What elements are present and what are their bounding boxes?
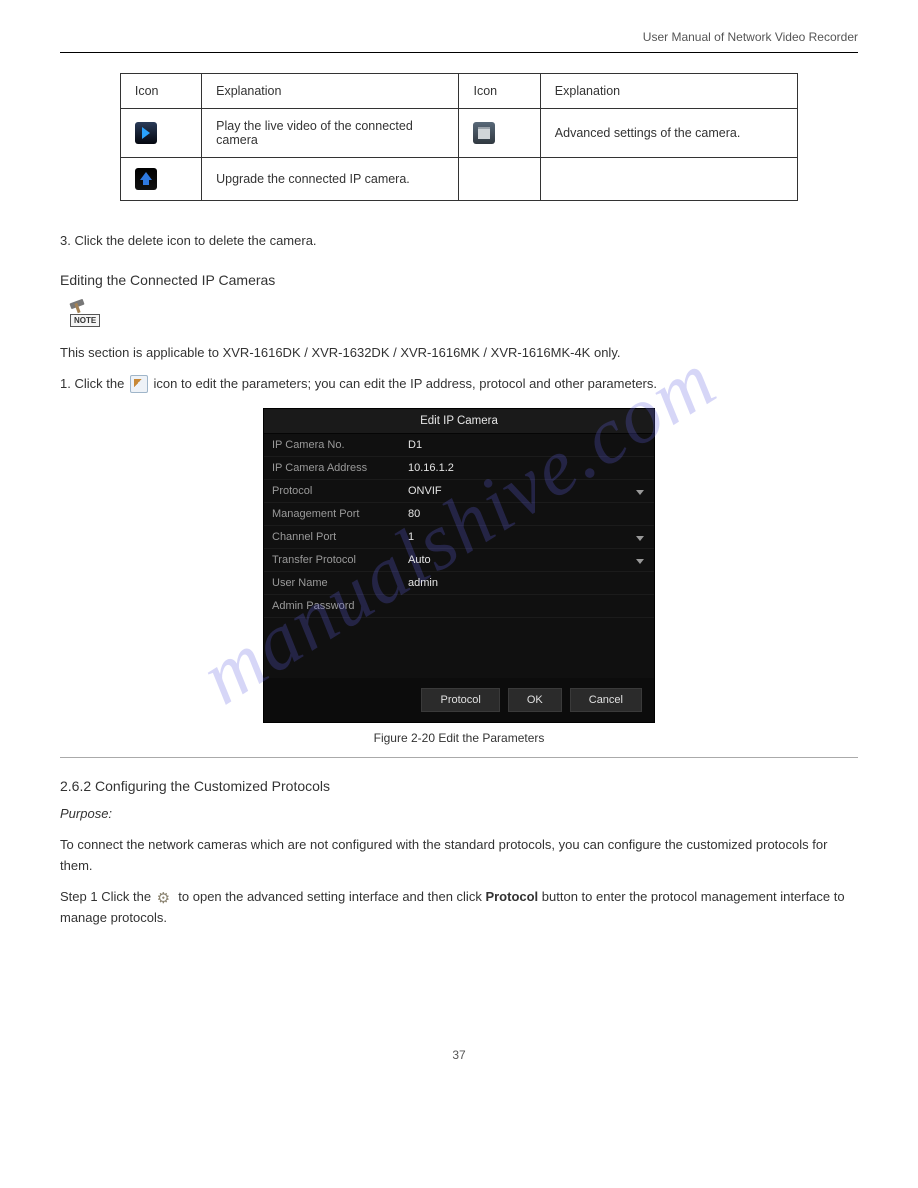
label-user-name: User Name: [264, 572, 400, 594]
th-explanation-1: Explanation: [202, 74, 459, 109]
protocol-button[interactable]: Protocol: [421, 688, 499, 712]
row-camera-address: IP Camera Address 10.16.1.2: [264, 457, 654, 480]
custom-step-1-mid: to open the advanced setting interface a…: [178, 889, 485, 904]
note-block: NOTE: [70, 306, 858, 333]
row-user-name: User Name admin: [264, 572, 654, 595]
value-user-name[interactable]: admin: [400, 572, 654, 594]
note-text: This section is applicable to XVR-1616DK…: [60, 343, 858, 364]
edit-step-1-suffix: icon to edit the parameters; you can edi…: [154, 376, 657, 391]
value-channel-port[interactable]: 1: [400, 526, 654, 548]
header-rule: [60, 52, 858, 53]
purpose-text: To connect the network cameras which are…: [60, 835, 858, 877]
custom-step-1-bold: Protocol: [485, 889, 538, 904]
cell-upgrade-desc: Upgrade the connected IP camera.: [202, 158, 459, 201]
row-transfer-protocol: Transfer Protocol Auto: [264, 549, 654, 572]
cell-play-desc: Play the live video of the connected cam…: [202, 109, 459, 158]
label-protocol: Protocol: [264, 480, 400, 502]
figure-edit-ip-camera: Edit IP Camera IP Camera No. D1 IP Camer…: [60, 408, 858, 745]
dialog-title: Edit IP Camera: [264, 409, 654, 434]
value-admin-password[interactable]: [400, 595, 654, 617]
play-icon: [135, 122, 157, 144]
value-mgmt-port[interactable]: 80: [400, 503, 654, 525]
label-camera-no: IP Camera No.: [264, 434, 400, 456]
edit-step-1-prefix: 1. Click the: [60, 376, 128, 391]
figure-caption: Figure 2-20 Edit the Parameters: [60, 731, 858, 745]
advanced-settings-icon: [473, 122, 495, 144]
label-transfer-protocol: Transfer Protocol: [264, 549, 400, 571]
section-divider: [60, 757, 858, 758]
section-custom-heading: 2.6.2 Configuring the Customized Protoco…: [60, 778, 858, 794]
row-camera-no: IP Camera No. D1: [264, 434, 654, 457]
custom-step-1: Step 1 Click the to open the advanced se…: [60, 887, 858, 929]
purpose-label: Purpose:: [60, 806, 112, 821]
table-row: Play the live video of the connected cam…: [120, 109, 797, 158]
value-camera-no[interactable]: D1: [400, 434, 654, 456]
row-mgmt-port: Management Port 80: [264, 503, 654, 526]
custom-step-1-prefix: Step 1 Click the: [60, 889, 155, 904]
edit-step-1: 1. Click the icon to edit the parameters…: [60, 374, 858, 395]
note-icon: NOTE: [70, 306, 100, 330]
header-title: User Manual of Network Video Recorder: [60, 30, 858, 44]
dialog-buttons: Protocol OK Cancel: [264, 678, 654, 722]
table-row: Upgrade the connected IP camera.: [120, 158, 797, 201]
step-3: 3. Click the delete icon to delete the c…: [60, 231, 858, 252]
th-explanation-2: Explanation: [540, 74, 797, 109]
row-admin-password: Admin Password: [264, 595, 654, 618]
ok-button[interactable]: OK: [508, 688, 562, 712]
value-protocol[interactable]: ONVIF: [400, 480, 654, 502]
gear-icon: [157, 889, 173, 905]
label-camera-address: IP Camera Address: [264, 457, 400, 479]
edit-pencil-icon: [130, 375, 148, 393]
value-camera-address[interactable]: 10.16.1.2: [400, 457, 654, 479]
upgrade-icon: [135, 168, 157, 190]
label-admin-password: Admin Password: [264, 595, 400, 617]
icon-explanation-table: Icon Explanation Icon Explanation Play t…: [120, 73, 798, 201]
section-edit-title: Editing the Connected IP Cameras: [60, 272, 858, 288]
cell-empty: [540, 158, 797, 201]
row-protocol: Protocol ONVIF: [264, 480, 654, 503]
label-channel-port: Channel Port: [264, 526, 400, 548]
cancel-button[interactable]: Cancel: [570, 688, 642, 712]
value-transfer-protocol[interactable]: Auto: [400, 549, 654, 571]
edit-ip-camera-dialog: Edit IP Camera IP Camera No. D1 IP Camer…: [263, 408, 655, 723]
label-mgmt-port: Management Port: [264, 503, 400, 525]
th-icon-2: Icon: [459, 74, 540, 109]
row-channel-port: Channel Port 1: [264, 526, 654, 549]
th-icon-1: Icon: [120, 74, 201, 109]
page-number: 37: [60, 1048, 858, 1062]
cell-adv-desc: Advanced settings of the camera.: [540, 109, 797, 158]
